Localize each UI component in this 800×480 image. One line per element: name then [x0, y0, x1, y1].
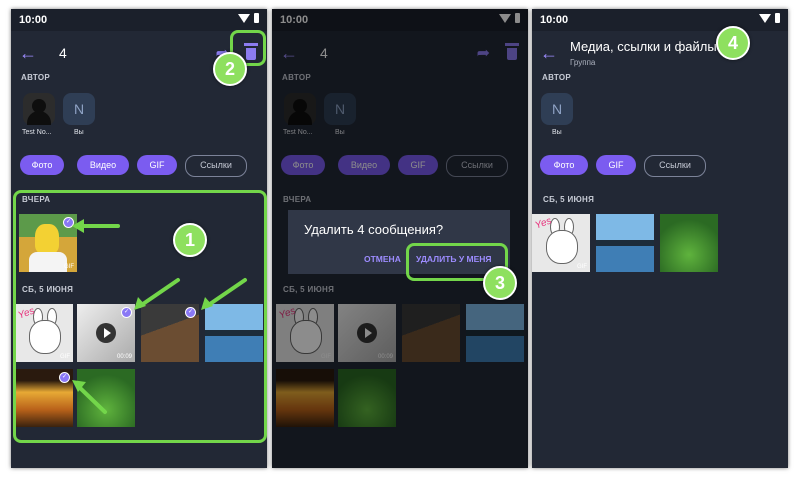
- section-june5: СБ, 5 ИЮНЯ: [543, 195, 595, 204]
- screen-delete-confirm: 10:00 ← 4 ➦ АВТОР Test No... N Вы Фото В…: [272, 9, 528, 468]
- chip-photo[interactable]: Фото: [20, 155, 64, 175]
- author-name: Вы: [552, 129, 562, 136]
- avatar[interactable]: N: [63, 93, 95, 125]
- chip-gif[interactable]: GIF: [137, 155, 177, 175]
- chip-links[interactable]: Ссылки: [185, 155, 247, 177]
- screen-result: 10:00 ← Медиа, ссылки и файлы Группа АВТ…: [532, 9, 788, 468]
- chip-links[interactable]: Ссылки: [644, 155, 706, 177]
- chip-gif[interactable]: GIF: [596, 155, 636, 175]
- page-subtitle: Группа: [570, 58, 596, 67]
- step-badge-4: 4: [716, 26, 750, 60]
- dialog-cancel-button[interactable]: ОТМЕНА: [364, 254, 401, 264]
- dialog-title: Удалить 4 сообщения?: [304, 222, 444, 237]
- status-bar: 10:00: [532, 9, 788, 31]
- back-arrow-icon[interactable]: ←: [540, 43, 558, 64]
- highlight-media-grid: [13, 190, 267, 443]
- selected-count: 4: [59, 45, 67, 61]
- battery-icon: [254, 13, 259, 23]
- gif-tag: GIF: [577, 264, 587, 270]
- page-title: Медиа, ссылки и файлы: [570, 39, 717, 54]
- author-name: Test No...: [22, 129, 52, 136]
- media-thumb-bunny-gif[interactable]: Yes GIF: [532, 214, 590, 272]
- battery-icon: [775, 13, 780, 23]
- media-thumb-fern[interactable]: [660, 214, 718, 272]
- wifi-icon: [759, 13, 771, 23]
- status-bar: 10:00: [11, 9, 267, 31]
- step-badge-3: 3: [483, 266, 517, 300]
- back-arrow-icon[interactable]: ←: [19, 43, 37, 64]
- avatar[interactable]: [23, 93, 55, 125]
- media-thumb-lake[interactable]: [596, 214, 654, 272]
- author-name: Вы: [74, 129, 84, 136]
- avatar[interactable]: N: [541, 93, 573, 125]
- wifi-icon: [238, 13, 250, 23]
- status-time: 10:00: [19, 14, 48, 26]
- author-label: АВТОР: [21, 73, 50, 82]
- author-label: АВТОР: [542, 73, 571, 82]
- step-badge-2: 2: [213, 52, 247, 86]
- chip-photo[interactable]: Фото: [540, 155, 588, 175]
- app-bar: ← Медиа, ссылки и файлы Группа: [532, 31, 788, 77]
- chip-video[interactable]: Видео: [77, 155, 129, 175]
- status-time: 10:00: [540, 14, 569, 26]
- step-badge-1: 1: [173, 223, 207, 257]
